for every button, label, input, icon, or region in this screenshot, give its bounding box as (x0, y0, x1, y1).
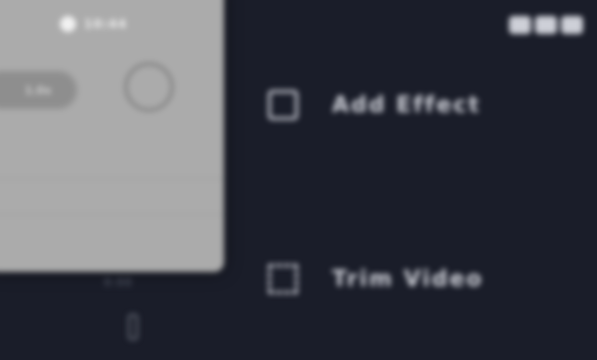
status-indicator (561, 16, 583, 34)
trim-icon (268, 264, 298, 294)
speed-label: 1.0x (24, 83, 52, 97)
status-indicator (535, 16, 557, 34)
menu-item-add-effect[interactable]: Add Effect (268, 90, 481, 120)
video-preview-card[interactable]: 10:44 1.0x (0, 0, 224, 272)
speed-button[interactable]: 1.0x (0, 70, 78, 110)
duration-label: 0:00 (104, 276, 133, 289)
capture-button[interactable] (124, 62, 174, 112)
menu-item-label: Add Effect (332, 92, 481, 118)
menu-item-trim-video[interactable]: Trim Video (268, 264, 484, 294)
menu-item-label: Trim Video (332, 266, 484, 292)
preview-status-bar: 10:44 (60, 16, 127, 32)
effects-icon (268, 90, 298, 120)
blurred-layer: 10:44 1.0x 0:00 Add Effect Trim Video (0, 0, 597, 360)
record-dot-icon (60, 16, 76, 32)
phone-icon[interactable] (128, 314, 138, 340)
divider (0, 214, 224, 215)
top-status-indicators (509, 16, 583, 34)
status-indicator (509, 16, 531, 34)
preview-status-text: 10:44 (84, 17, 128, 31)
video-editor-screen: 10:44 1.0x 0:00 Add Effect Trim Video (0, 0, 597, 360)
divider (0, 178, 224, 179)
